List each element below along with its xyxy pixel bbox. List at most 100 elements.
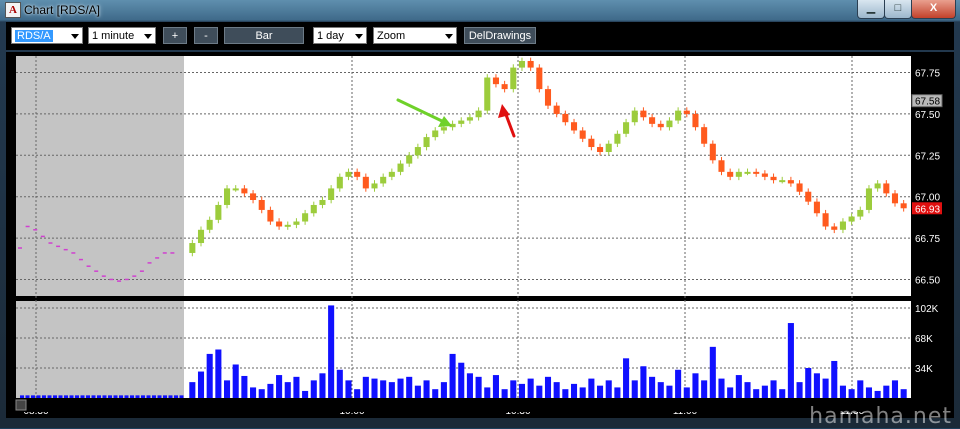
- volume-bar: [241, 375, 248, 398]
- candle: [883, 183, 890, 194]
- candle: [787, 180, 794, 184]
- volume-bar: [492, 375, 499, 398]
- candle: [839, 221, 846, 230]
- bar-type-button[interactable]: Bar: [224, 27, 304, 44]
- zoom-in-button[interactable]: +: [163, 27, 187, 44]
- volume-bar: [579, 387, 586, 398]
- candle: [588, 138, 595, 148]
- volume-bar: [168, 395, 173, 398]
- interval-select[interactable]: 1 minute: [88, 27, 156, 44]
- candle: [414, 147, 421, 156]
- candle: [570, 122, 578, 131]
- candle: [362, 176, 369, 189]
- volume-bar: [224, 380, 231, 398]
- volume-bar: [432, 389, 439, 398]
- volume-bar: [250, 387, 257, 398]
- volume-bar: [588, 378, 595, 398]
- volume-bar: [328, 305, 335, 398]
- candle: [675, 110, 682, 121]
- volume-bar: [267, 383, 274, 398]
- volume-bar: [284, 382, 291, 398]
- volume-bar: [501, 389, 508, 398]
- volume-bar: [302, 390, 309, 398]
- candle: [718, 160, 725, 172]
- close-button[interactable]: X: [911, 0, 956, 19]
- volume-bar: [518, 383, 526, 398]
- volume-bar: [102, 395, 107, 398]
- interval-value: 1 minute: [92, 30, 135, 42]
- candle: [354, 171, 361, 177]
- volume-bar: [570, 383, 578, 398]
- volume-bar: [761, 385, 768, 398]
- volume-bar: [406, 376, 413, 398]
- volume-bar: [484, 387, 491, 398]
- symbol-select[interactable]: RDS/A: [11, 27, 83, 44]
- scroll-left-button[interactable]: [15, 399, 27, 411]
- volume-bar: [310, 380, 317, 398]
- volume-bar: [113, 395, 118, 398]
- candle: [371, 183, 378, 189]
- candle: [805, 191, 812, 202]
- premarket-shade: [16, 56, 184, 296]
- volume-bar: [380, 380, 387, 398]
- volume-bar: [206, 353, 213, 398]
- candle: [258, 200, 265, 210]
- zoom-select[interactable]: Zoom: [373, 27, 457, 44]
- candle: [206, 219, 213, 230]
- volume-bar: [649, 376, 656, 398]
- volume-bar: [58, 395, 63, 398]
- maximize-button[interactable]: □: [884, 0, 912, 19]
- volume-bar: [86, 395, 90, 398]
- candle: [822, 213, 829, 227]
- volume-bar: [371, 378, 378, 398]
- candle: [466, 117, 473, 121]
- scrollbar[interactable]: [16, 398, 911, 412]
- volume-bar: [597, 385, 604, 398]
- volume-bar: [31, 395, 35, 398]
- candle: [458, 120, 465, 124]
- volume-bar: [440, 382, 447, 398]
- candle: [336, 176, 343, 189]
- volume-bar: [53, 395, 57, 398]
- del-drawings-button[interactable]: DelDrawings: [464, 27, 536, 44]
- candle: [345, 171, 352, 177]
- price-volume-chart[interactable]: 67.75 67.50 67.25 67.00 66.75 66.50 102K 68K 34K…: [6, 52, 954, 418]
- candle: [189, 243, 196, 253]
- volume-bar: [258, 389, 265, 398]
- candle: [501, 84, 508, 90]
- title-bar[interactable]: A Chart [RDS/A] ▁ □ X: [0, 0, 960, 20]
- volume-bar: [119, 395, 123, 398]
- period-select[interactable]: 1 day: [313, 27, 367, 44]
- volume-bar: [640, 366, 647, 398]
- volume-bar: [701, 380, 708, 398]
- candle: [865, 188, 872, 210]
- minimize-button[interactable]: ▁: [857, 0, 885, 19]
- candle: [224, 188, 231, 205]
- volume-bar: [397, 378, 404, 398]
- candle: [640, 110, 647, 118]
- volume-bar: [562, 389, 569, 398]
- volume-bar: [47, 395, 52, 398]
- premarket-volume-shade: [16, 301, 184, 398]
- candle: [701, 127, 708, 144]
- chart-area[interactable]: 67.75 67.50 67.25 67.00 66.75 66.50 102K 68K 34K…: [6, 52, 954, 418]
- candle: [727, 171, 734, 177]
- candle: [761, 173, 768, 177]
- volume-bar: [666, 385, 673, 398]
- candle: [388, 171, 395, 177]
- candle: [900, 203, 907, 209]
- candle: [649, 117, 656, 124]
- volume-bar: [345, 380, 352, 398]
- volume-bar: [135, 395, 140, 398]
- volume-bar: [276, 375, 283, 398]
- volume-bar: [319, 373, 326, 398]
- candle: [857, 209, 864, 217]
- candle: [605, 143, 612, 152]
- volume-bar: [779, 389, 786, 398]
- candle: [475, 110, 482, 118]
- volume-tick-label: 68K: [915, 334, 933, 345]
- volume-bar: [675, 369, 682, 398]
- volume-bar: [735, 375, 742, 398]
- volume-bar: [157, 395, 162, 398]
- zoom-out-button[interactable]: -: [194, 27, 218, 44]
